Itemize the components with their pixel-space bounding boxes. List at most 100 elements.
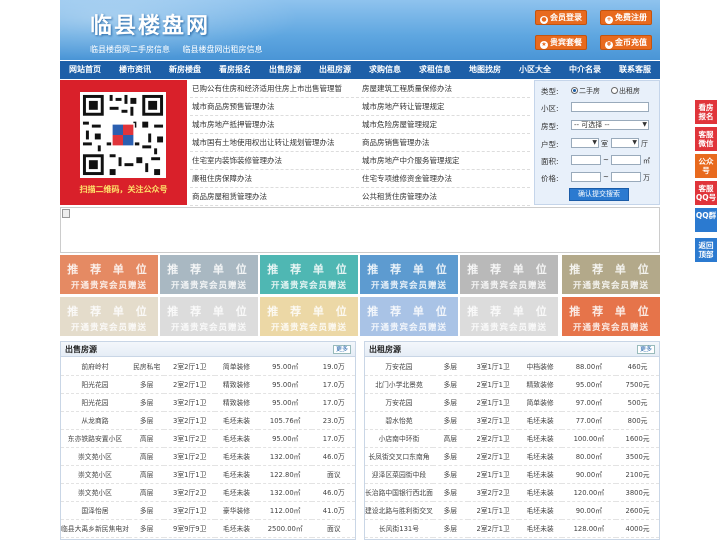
listing-community[interactable]: 万安花园 [365, 357, 433, 376]
table-row[interactable]: 崇文苑小区 高层 3室1厅1卫 毛坯未装 122.80㎡ 面议 [61, 465, 355, 484]
listing-community[interactable]: 东亦铁路安置小区 [61, 429, 129, 448]
vip-package-button[interactable]: ★ 贵宾套餐 [535, 35, 587, 50]
type-radio-rental[interactable]: 出租房 [611, 86, 640, 96]
listing-community[interactable]: 万安花园 [365, 393, 433, 412]
ad-slot[interactable]: 推 荐 单 位开通贵宾会员赠送 [160, 255, 258, 294]
table-row[interactable]: 迎泽区菜园街中段 多层 2室1厅1卫 毛坯未装 90.00㎡ 2100元 [365, 465, 659, 484]
listing-community[interactable]: 从龙商路 [61, 411, 129, 430]
hall-select[interactable]: ▼ [611, 138, 639, 148]
policy-link[interactable]: 已购公有住房和经济适用住房上市出售管理暂 [190, 80, 360, 97]
price-min-input[interactable] [571, 172, 601, 182]
type-radio-second-hand[interactable]: 二手房 [571, 86, 600, 96]
nav-news[interactable]: 楼市资讯 [110, 61, 160, 79]
table-row[interactable]: 东亦铁路安置小区 高层 3室1厅2卫 毛坯未装 95.00㎡ 17.0万 [61, 429, 355, 448]
listing-community[interactable]: 长治路中国银行西北面 [365, 483, 433, 502]
table-row[interactable]: 临县大禹乡新民焦电对 多层 9室9厅9卫 毛坯未装 2500.00㎡ 面议 [61, 519, 355, 538]
listing-community[interactable]: 阳光花园 [61, 375, 129, 394]
table-row[interactable]: 国泽怡居 多层 3室2厅1卫 豪华装修 112.00㎡ 41.0万 [61, 501, 355, 520]
ad-slot[interactable]: 推 荐 单 位开通贵宾会员赠送 [562, 255, 660, 294]
listing-community[interactable]: 崇文苑小区 [61, 465, 129, 484]
service-qq-tab[interactable]: 客服QQ号 [695, 181, 717, 205]
table-row[interactable]: 万安花园 多层 3室1厅1卫 中档装修 88.00㎡ 460元 [365, 357, 659, 376]
policy-link[interactable]: 城市危险房屋管理规定 [360, 116, 530, 133]
more-button[interactable]: 更多 [636, 345, 655, 354]
nav-buy-requests[interactable]: 求购信息 [360, 61, 410, 79]
policy-link[interactable]: 城市房地产转让管理规定 [360, 98, 530, 115]
policy-link[interactable]: 城市房地产中介服务管理规定 [360, 152, 530, 169]
size-min-input[interactable] [571, 155, 601, 165]
listing-community[interactable]: 长凤街交叉口东南角 [365, 447, 433, 466]
nav-new-homes[interactable]: 新房楼盘 [160, 61, 210, 79]
banner-placeholder[interactable] [60, 207, 660, 253]
rental-link[interactable]: 临县楼盘网出租房信息 [183, 45, 263, 54]
nav-map-search[interactable]: 地图找房 [460, 61, 510, 79]
policy-link[interactable]: 商品房屋租赁管理办法 [190, 188, 360, 205]
official-account-tab[interactable]: 公众号 [695, 154, 717, 178]
table-row[interactable]: 阳光花园 多层 3室2厅1卫 精致装修 95.00㎡ 17.0万 [61, 393, 355, 412]
policy-link[interactable]: 公共租赁住房管理办法 [360, 188, 530, 205]
login-button[interactable]: ● 会员登录 [535, 10, 587, 25]
ad-slot[interactable]: 推 荐 单 位开通贵宾会员赠送 [460, 255, 558, 294]
listing-community[interactable]: 崇文苑小区 [61, 483, 129, 502]
service-wechat-tab[interactable]: 客服微信 [695, 127, 717, 151]
community-input[interactable] [571, 102, 649, 112]
listing-community[interactable]: 崇文苑小区 [61, 447, 129, 466]
policy-link[interactable]: 住宅专项维修资金管理办法 [360, 170, 530, 187]
second-hand-link[interactable]: 临县楼盘网二手房信息 [90, 45, 170, 54]
nav-home[interactable]: 网站首页 [60, 61, 110, 79]
table-row[interactable]: 崇文苑小区 高层 3室2厅2卫 毛坯未装 132.00㎡ 46.0万 [61, 483, 355, 502]
table-row[interactable]: 前府岭村 民房私宅 2室2厅1卫 简单装修 95.00㎡ 19.0万 [61, 357, 355, 376]
listing-community[interactable]: 北门小学北景苑 [365, 375, 433, 394]
listing-community[interactable]: 迎泽区菜园街中段 [365, 465, 433, 484]
size-max-input[interactable] [611, 155, 641, 165]
listing-community[interactable]: 临县大禹乡新民焦电对 [61, 519, 129, 538]
listing-community[interactable]: 长风街131号 [365, 519, 433, 538]
table-row[interactable]: 建设北路与胜利街交叉 多层 2室1厅1卫 毛坯未装 90.00㎡ 2600元 [365, 501, 659, 520]
table-row[interactable]: 长治路中国银行西北面 多层 3室2厅2卫 毛坯未装 120.00㎡ 3800元 [365, 483, 659, 502]
policy-link[interactable]: 城市房地产抵押管理办法 [190, 116, 360, 133]
table-row[interactable]: 阳光花园 多层 2室2厅1卫 精致装修 95.00㎡ 17.0万 [61, 375, 355, 394]
recharge-button[interactable]: ¥ 金币充值 [600, 35, 652, 50]
listing-community[interactable]: 建设北路与胜利街交叉 [365, 501, 433, 520]
nav-for-sale[interactable]: 出售房源 [260, 61, 310, 79]
nav-contact[interactable]: 联系客服 [610, 61, 660, 79]
qq-group-tab[interactable]: QQ群 [695, 208, 717, 232]
ad-slot[interactable]: 推 荐 单 位开通贵宾会员赠送 [260, 255, 358, 294]
policy-link[interactable]: 城市商品房预售管理办法 [190, 98, 360, 115]
listing-community[interactable]: 小店南中环街 [365, 429, 433, 448]
site-title[interactable]: 临县楼盘网 [90, 8, 210, 40]
nav-viewing-signup[interactable]: 看房报名 [210, 61, 260, 79]
table-row[interactable]: 万安花园 多层 2室1厅1卫 简单装修 97.00㎡ 500元 [365, 393, 659, 412]
ad-slot[interactable]: 推 荐 单 位开通贵宾会员赠送 [360, 255, 458, 294]
policy-link[interactable]: 房屋建筑工程质量保修办法 [360, 80, 530, 97]
nav-rent-requests[interactable]: 求租信息 [410, 61, 460, 79]
ad-slot[interactable]: 推 荐 单 位开通贵宾会员赠送 [460, 297, 558, 336]
nav-agents[interactable]: 中介名录 [560, 61, 610, 79]
listing-community[interactable]: 碧水怡苑 [365, 411, 433, 430]
back-to-top-tab[interactable]: 返回顶部 [695, 238, 717, 262]
register-button[interactable]: + 免费注册 [600, 10, 652, 25]
listing-community[interactable]: 国泽怡居 [61, 501, 129, 520]
listing-community[interactable]: 前府岭村 [61, 357, 129, 376]
table-row[interactable]: 北门小学北景苑 多层 2室1厅1卫 精致装修 95.00㎡ 7500元 [365, 375, 659, 394]
housetype-select[interactable]: -- 可选择 -- ▼ [571, 120, 649, 130]
policy-link[interactable]: 城市国有土地使用权出让转让规划管理办法 [190, 134, 360, 151]
policy-link[interactable]: 住宅室内装饰装修管理办法 [190, 152, 360, 169]
ad-slot[interactable]: 推 荐 单 位开通贵宾会员赠送 [260, 297, 358, 336]
search-submit-button[interactable]: 确认提交搜索 [569, 188, 629, 201]
policy-link[interactable]: 廉租住房保障办法 [190, 170, 360, 187]
ad-slot[interactable]: 推 荐 单 位开通贵宾会员赠送 [360, 297, 458, 336]
table-row[interactable]: 从龙商路 多层 3室2厅1卫 毛坯未装 105.76㎡ 23.0万 [61, 411, 355, 430]
table-row[interactable]: 长凤街交叉口东南角 多层 2室2厅1卫 毛坯未装 80.00㎡ 3500元 [365, 447, 659, 466]
price-max-input[interactable] [611, 172, 641, 182]
policy-link[interactable]: 商品房销售管理办法 [360, 134, 530, 151]
room-select[interactable]: ▼ [571, 138, 599, 148]
table-row[interactable]: 碧水怡苑 多层 3室2厅1卫 毛坯未装 77.00㎡ 800元 [365, 411, 659, 430]
more-button[interactable]: 更多 [332, 345, 351, 354]
ad-slot[interactable]: 推 荐 单 位开通贵宾会员赠送 [562, 297, 660, 336]
table-row[interactable]: 小店南中环街 高层 2室2厅1卫 毛坯未装 100.00㎡ 1600元 [365, 429, 659, 448]
listing-community[interactable]: 阳光花园 [61, 393, 129, 412]
ad-slot[interactable]: 推 荐 单 位开通贵宾会员赠送 [60, 255, 158, 294]
ad-slot[interactable]: 推 荐 单 位开通贵宾会员赠送 [60, 297, 158, 336]
table-row[interactable]: 长风街131号 多层 2室2厅1卫 毛坯未装 128.00㎡ 4000元 [365, 519, 659, 538]
